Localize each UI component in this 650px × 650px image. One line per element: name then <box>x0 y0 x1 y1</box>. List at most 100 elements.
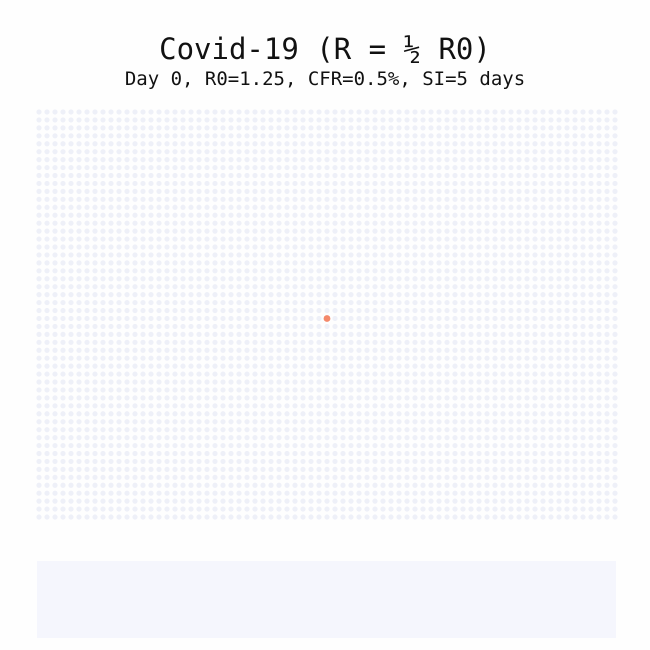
person-dot <box>212 117 218 123</box>
person-dot <box>404 212 410 218</box>
person-dot <box>132 125 138 131</box>
person-dot <box>396 435 402 441</box>
person-dot <box>156 403 162 409</box>
person-dot <box>476 379 482 385</box>
person-dot <box>564 228 570 234</box>
person-dot <box>148 411 154 417</box>
person-dot <box>60 299 66 306</box>
person-dot <box>76 450 82 457</box>
person-dot <box>276 466 282 472</box>
person-dot <box>100 435 106 441</box>
person-dot <box>76 133 82 139</box>
person-dot <box>404 474 410 480</box>
person-dot <box>612 125 618 131</box>
person-dot <box>228 490 234 496</box>
person-dot <box>196 244 202 250</box>
person-dot <box>468 498 474 504</box>
person-dot <box>396 204 402 210</box>
person-dot <box>580 157 586 163</box>
person-dot <box>36 339 42 345</box>
person-dot <box>52 435 58 441</box>
person-dot <box>340 117 346 123</box>
person-dot <box>164 268 170 274</box>
person-dot <box>236 212 242 218</box>
person-dot <box>84 133 90 139</box>
person-dot <box>484 196 490 202</box>
person-dot <box>108 387 114 393</box>
person-dot <box>500 474 506 480</box>
person-dot <box>340 125 346 131</box>
person-dot <box>548 474 554 480</box>
person-dot <box>44 458 50 465</box>
person-dot <box>380 244 386 250</box>
person-dot <box>236 411 242 417</box>
person-dot <box>140 236 146 242</box>
person-dot <box>452 490 458 496</box>
person-dot <box>84 419 90 425</box>
person-dot <box>460 180 466 187</box>
person-dot <box>180 315 186 322</box>
person-dot <box>468 387 474 393</box>
person-dot <box>380 419 386 425</box>
person-dot <box>268 212 274 218</box>
person-dot <box>172 172 178 179</box>
person-dot <box>604 236 610 242</box>
person-dot <box>292 299 298 306</box>
person-dot <box>292 180 298 187</box>
person-dot <box>372 307 378 314</box>
person-dot <box>468 260 474 266</box>
person-dot <box>300 498 306 504</box>
person-dot <box>244 323 250 330</box>
person-dot <box>484 339 490 345</box>
person-dot <box>212 164 218 171</box>
person-dot <box>564 196 570 202</box>
person-dot <box>300 188 306 194</box>
person-dot <box>156 498 162 504</box>
person-dot <box>556 117 562 123</box>
person-dot <box>124 315 130 322</box>
person-dot <box>116 498 122 504</box>
person-dot <box>316 379 322 385</box>
person-dot <box>276 244 282 250</box>
person-dot <box>236 498 242 504</box>
person-dot <box>188 403 194 409</box>
person-dot <box>172 427 178 433</box>
person-dot <box>324 133 330 139</box>
person-dot <box>468 323 474 330</box>
person-dot <box>572 292 578 298</box>
person-dot <box>244 458 250 465</box>
person-dot <box>356 164 362 171</box>
person-dot <box>228 307 234 314</box>
person-dot <box>444 490 450 496</box>
person-dot <box>244 236 250 242</box>
person-dot <box>84 387 90 393</box>
person-dot <box>340 371 346 377</box>
person-dot <box>332 109 338 115</box>
person-dot <box>292 252 298 258</box>
person-dot <box>348 482 354 488</box>
person-dot <box>132 498 138 504</box>
person-dot <box>612 450 618 457</box>
person-dot <box>292 133 298 139</box>
person-dot <box>556 458 562 465</box>
person-dot <box>468 228 474 234</box>
person-dot <box>100 212 106 218</box>
person-dot <box>164 133 170 139</box>
person-dot <box>36 196 42 202</box>
person-dot <box>484 482 490 488</box>
person-dot <box>364 315 370 322</box>
person-dot <box>356 482 362 488</box>
person-dot <box>220 395 226 401</box>
person-dot <box>300 149 306 155</box>
person-dot <box>340 347 346 353</box>
person-dot <box>116 387 122 393</box>
person-dot <box>116 490 122 496</box>
person-dot <box>76 276 82 282</box>
person-dot <box>500 490 506 496</box>
person-dot <box>468 236 474 242</box>
person-dot <box>540 435 546 441</box>
person-dot <box>332 371 338 377</box>
person-dot <box>172 117 178 123</box>
person-dot <box>460 164 466 171</box>
person-dot <box>68 188 74 194</box>
